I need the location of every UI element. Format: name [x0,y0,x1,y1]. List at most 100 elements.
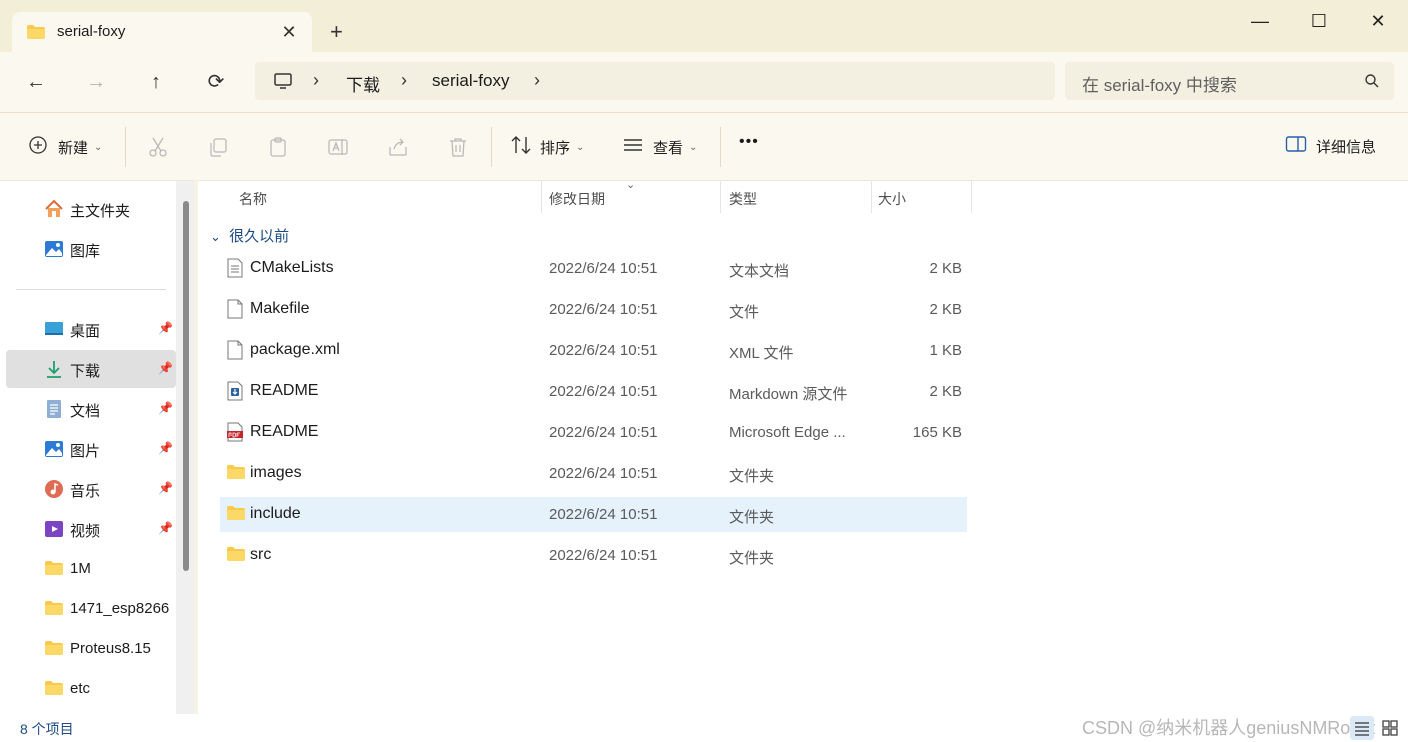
pin-icon[interactable]: 📌 [158,401,173,415]
sidebar-scroll-thumb[interactable] [183,201,189,571]
sidebar-item-gallery[interactable]: 图库 [6,230,176,268]
sidebar-item-1m[interactable]: 1M [6,550,176,588]
column-divider[interactable] [541,181,542,213]
column-divider[interactable] [971,181,972,213]
pin-icon[interactable]: 📌 [158,321,173,335]
file-type: Markdown 源文件 [729,386,848,403]
up-button[interactable]: ↑ [142,68,170,96]
chevron-down-icon: ⌄ [689,141,698,153]
pin-icon[interactable]: 📌 [158,521,173,535]
file-icon [226,299,244,319]
share-icon[interactable] [386,135,410,159]
group-header[interactable]: ⌄ 很久以前 [210,225,289,246]
breadcrumb-chevron-icon[interactable]: › [534,70,540,91]
file-row[interactable]: src 2022/6/24 10:51 文件夹 [220,538,967,573]
group-label: 很久以前 [229,228,290,245]
maximize-button[interactable]: ☐ [1304,8,1334,34]
file-row[interactable]: README 2022/6/24 10:51 Markdown 源文件 2 KB [220,374,967,409]
sidebar-item-label: 图片 [70,443,101,460]
file-name: README [250,382,319,399]
sidebar-item-proteus[interactable]: Proteus8.15 [6,630,176,668]
minimize-button[interactable]: — [1245,8,1275,34]
column-divider[interactable] [720,181,721,213]
sidebar-item-music[interactable]: 音乐 📌 [6,470,176,508]
details-pane-button[interactable]: 详细信息 [1285,135,1376,157]
pdf-file-icon [226,422,244,442]
column-header-date[interactable]: 修改日期 [549,181,605,213]
file-row[interactable]: CMakeLists 2022/6/24 10:51 文本文档 2 KB [220,251,967,286]
sidebar-item-etc[interactable]: etc [6,670,176,708]
sidebar-item-label: 1471_esp8266 [70,600,170,617]
tab-serial-foxy[interactable]: serial-foxy ✕ [12,12,312,52]
new-button[interactable]: 新建 ⌄ [28,135,102,159]
file-date: 2022/6/24 10:51 [549,260,658,277]
folder-icon [44,639,64,659]
divider [125,127,126,167]
column-header-type[interactable]: 类型 [729,181,757,213]
file-size: 1 KB [929,342,962,359]
cut-icon[interactable] [146,135,170,159]
file-row[interactable]: images 2022/6/24 10:51 文件夹 [220,456,967,491]
breadcrumb-chevron-icon[interactable]: › [313,70,319,91]
sidebar-item-pictures[interactable]: 图片 📌 [6,430,176,468]
sidebar-item-desktop[interactable]: 桌面 📌 [6,310,176,348]
breadcrumb-chevron-icon[interactable]: › [401,70,407,91]
sidebar-item-videos[interactable]: 视频 📌 [6,510,176,548]
forward-button[interactable]: → [82,68,110,96]
divider [491,127,492,167]
file-type: 文件 [729,304,760,321]
file-name: src [250,546,272,563]
file-row[interactable]: README 2022/6/24 10:51 Microsoft Edge ..… [220,415,967,450]
computer-icon[interactable] [273,71,293,95]
file-date: 2022/6/24 10:51 [549,506,658,523]
file-date: 2022/6/24 10:51 [549,301,658,318]
close-window-button[interactable]: ✕ [1363,8,1393,34]
file-date: 2022/6/24 10:51 [549,547,658,564]
sort-button[interactable]: 排序 ⌄ [510,135,584,159]
sidebar-item-documents[interactable]: 文档 📌 [6,390,176,428]
file-type: Microsoft Edge ... [729,424,846,441]
file-row[interactable]: Makefile 2022/6/24 10:51 文件 2 KB [220,292,967,327]
details-pane-icon [1285,135,1307,157]
column-divider[interactable] [871,181,872,213]
rename-icon[interactable] [326,135,350,159]
refresh-button[interactable]: ⟳ [202,68,230,96]
sidebar-item-home[interactable]: 主文件夹 [6,190,176,228]
delete-icon[interactable] [446,135,470,159]
plus-circle-icon [28,135,48,159]
search-input[interactable]: 在 serial-foxy 中搜索 [1082,71,1237,96]
text-file-icon [226,258,244,278]
view-button[interactable]: 查看 ⌄ [622,135,697,159]
column-header-name[interactable]: 名称 [239,181,267,213]
download-icon [44,359,64,379]
breadcrumb-serial-foxy[interactable]: serial-foxy [432,71,509,91]
file-row[interactable]: include 2022/6/24 10:51 文件夹 [220,497,967,532]
thumbnail-view-icon[interactable] [1378,716,1402,740]
file-type: XML 文件 [729,345,794,362]
pin-icon[interactable]: 📌 [158,441,173,455]
pin-icon[interactable]: 📌 [158,481,173,495]
address-bar[interactable]: › 下载 › serial-foxy › [255,62,1055,100]
desktop-icon [44,319,64,339]
new-tab-button[interactable]: + [330,20,343,44]
sidebar-item-downloads[interactable]: 下载 📌 [6,350,176,388]
pin-icon[interactable]: 📌 [158,361,173,375]
file-name: include [250,505,301,522]
file-name: images [250,464,302,481]
copy-icon[interactable] [206,135,230,159]
details-view-icon[interactable] [1350,716,1374,740]
search-box[interactable]: 在 serial-foxy 中搜索 [1065,62,1394,100]
column-header-size[interactable]: 大小 [878,181,906,213]
paste-icon[interactable] [266,135,290,159]
more-options-button[interactable]: ••• [739,133,759,151]
file-name: Makefile [250,300,310,317]
back-button[interactable]: ← [22,68,50,96]
file-date: 2022/6/24 10:51 [549,424,658,441]
close-tab-icon[interactable]: ✕ [278,21,300,43]
file-row[interactable]: package.xml 2022/6/24 10:51 XML 文件 1 KB [220,333,967,368]
sidebar-item-label: 桌面 [70,323,101,340]
breadcrumb-downloads[interactable]: 下载 [346,71,380,96]
file-size: 2 KB [929,260,962,277]
video-icon [44,519,64,539]
sidebar-item-1471-esp8266[interactable]: 1471_esp8266 [6,590,176,628]
